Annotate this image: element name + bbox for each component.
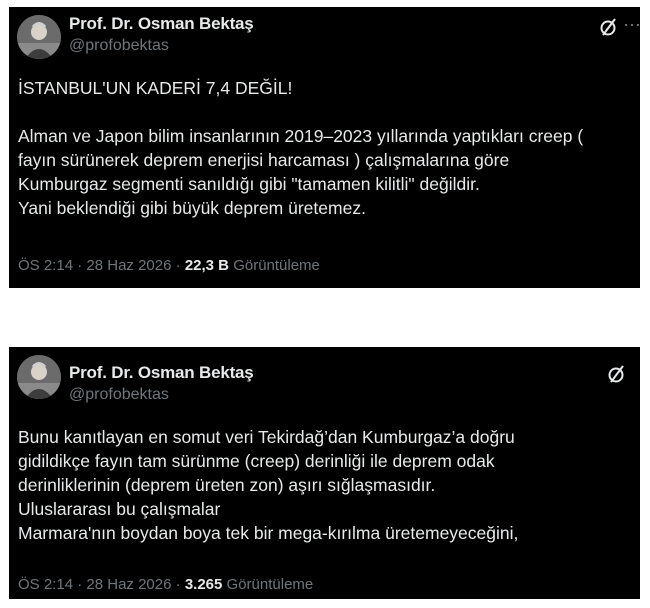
tweet-line: derinliklerinin (deprem üreten zon) aşır…: [18, 475, 436, 495]
tweet-time[interactable]: ÖS 2:14: [18, 257, 73, 274]
separator: ·: [77, 257, 83, 274]
tweet-card[interactable]: Prof. Dr. Osman Bektaş @profobektas Bunu…: [9, 347, 640, 599]
tweet-line: İSTANBUL'UN KADERİ 7,4 DEĞİL!: [18, 78, 293, 98]
tweet-line: [18, 100, 634, 124]
tweet-meta: ÖS 2:14 · 28 Haz 2026 · 3.265 Görüntülem…: [18, 576, 313, 593]
tweet-line: Bunu kanıtlayan en somut veri Tekirdağ’d…: [18, 427, 515, 447]
views-label: Görüntüleme: [226, 576, 314, 593]
tweet-line: Yani beklendiği gibi büyük deprem üretem…: [18, 198, 366, 218]
separator: ·: [175, 576, 181, 593]
tweet-text: Bunu kanıtlayan en somut veri Tekirdağ’d…: [18, 425, 634, 545]
grok-icon[interactable]: [606, 363, 628, 385]
more-icon[interactable]: ⋯: [623, 15, 642, 36]
tweet-date[interactable]: 28 Haz 2026: [86, 257, 171, 274]
tweet-line: fayın sürünerek deprem enerjisi harcamas…: [18, 150, 510, 170]
tweet-date[interactable]: 28 Haz 2026: [86, 576, 171, 593]
avatar[interactable]: [17, 355, 61, 399]
author-handle[interactable]: @profobektas: [69, 386, 169, 404]
separator: ·: [77, 576, 83, 593]
avatar[interactable]: [17, 15, 61, 59]
tweet-line: Kumburgaz segmenti sanıldığı gibi "tamam…: [18, 174, 480, 194]
separator: ·: [175, 257, 181, 274]
views-count: 22,3 B: [184, 257, 230, 274]
tweet-time[interactable]: ÖS 2:14: [18, 576, 73, 593]
views-label: Görüntüleme: [233, 257, 320, 274]
tweet-line: Marmara'nın boydan boya tek bir mega-kır…: [18, 523, 519, 543]
views-count: 3.265: [184, 576, 223, 593]
author-name[interactable]: Prof. Dr. Osman Bektaş: [69, 363, 254, 383]
author-handle[interactable]: @profobektas: [69, 37, 169, 55]
tweet-text: İSTANBUL'UN KADERİ 7,4 DEĞİL! Alman ve J…: [18, 76, 634, 220]
tweet-meta: ÖS 2:14 · 28 Haz 2026 · 22,3 B Görüntüle…: [18, 257, 320, 274]
grok-icon[interactable]: [598, 16, 620, 38]
author-name[interactable]: Prof. Dr. Osman Bektaş: [69, 14, 254, 34]
tweet-line: Uluslararası bu çalışmalar: [18, 499, 221, 519]
tweet-line: Alman ve Japon bilim insanlarının 2019–2…: [18, 126, 584, 146]
tweet-line: gidildikçe fayın tam sürünme (creep) der…: [18, 451, 495, 471]
tweet-card[interactable]: Prof. Dr. Osman Bektaş @profobektas ⋯ İS…: [9, 7, 642, 288]
